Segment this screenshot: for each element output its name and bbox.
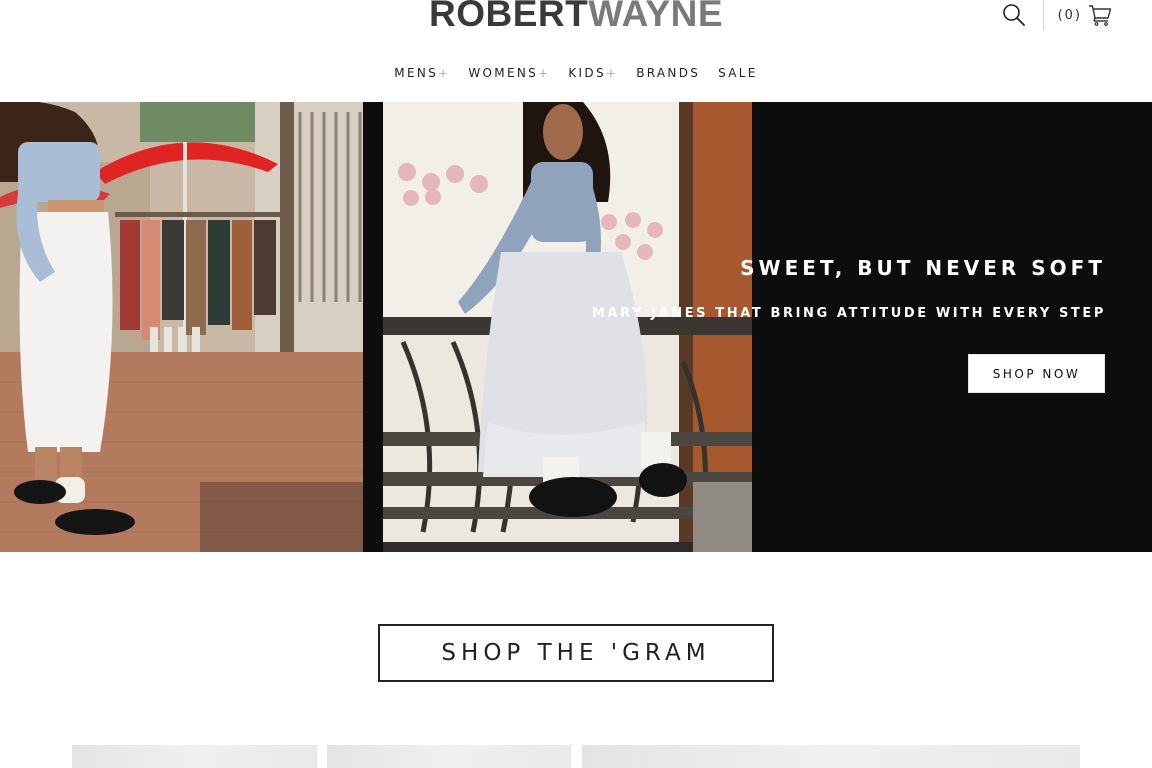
header-tools: (0)	[1001, 0, 1112, 30]
main-nav: MENS + WOMENS + KIDS + BRANDS SALE	[0, 66, 1152, 80]
hero-text: SWEET, BUT NEVER SOFT MARY JANES THAT BR…	[592, 256, 1106, 321]
gram-tile[interactable]	[72, 745, 317, 768]
nav-item-sale[interactable]: SALE	[718, 66, 758, 80]
plus-icon: +	[605, 66, 619, 80]
logo-text-wayne: WAYNE	[588, 0, 724, 34]
nav-item-label: KIDS	[568, 66, 606, 80]
site-header: ROBERTWAYNE (0) MENS + WOMENS + KIDS + B…	[0, 0, 1152, 102]
search-icon	[1002, 4, 1025, 26]
nav-item-brands[interactable]: BRANDS	[636, 66, 700, 80]
nav-item-womens[interactable]: WOMENS +	[468, 66, 550, 80]
hero-subtitle: MARY JANES THAT BRING ATTITUDE WITH EVER…	[591, 306, 1106, 321]
hero-photo-bench	[383, 102, 752, 552]
cart-icon	[1089, 5, 1112, 26]
shop-the-gram-button[interactable]: SHOP THE 'GRAM	[378, 624, 774, 682]
nav-item-label: BRANDS	[636, 66, 701, 80]
plus-icon: +	[438, 66, 451, 80]
hero-photo-street	[0, 102, 363, 552]
header-divider	[1042, 0, 1044, 30]
search-button[interactable]	[1001, 2, 1027, 28]
nav-item-mens[interactable]: MENS +	[394, 66, 450, 80]
hero-title: SWEET, BUT NEVER SOFT	[740, 256, 1106, 280]
nav-item-label: SALE	[718, 66, 758, 80]
brand-logo[interactable]: ROBERTWAYNE	[0, 0, 1152, 36]
nav-item-kids[interactable]: KIDS +	[568, 66, 618, 80]
shop-now-button[interactable]: SHOP NOW	[968, 354, 1105, 393]
nav-item-label: WOMENS	[468, 66, 539, 80]
cart-count: (0)	[1057, 7, 1082, 23]
plus-icon: +	[538, 66, 551, 80]
hero-banner: SWEET, BUT NEVER SOFT MARY JANES THAT BR…	[0, 102, 1152, 552]
gram-tile[interactable]	[582, 745, 1080, 768]
gram-tile[interactable]	[327, 745, 571, 768]
logo-text-robert: ROBERT	[428, 0, 589, 34]
nav-item-label: MENS	[394, 66, 439, 80]
cart-button[interactable]: (0)	[1058, 4, 1112, 26]
